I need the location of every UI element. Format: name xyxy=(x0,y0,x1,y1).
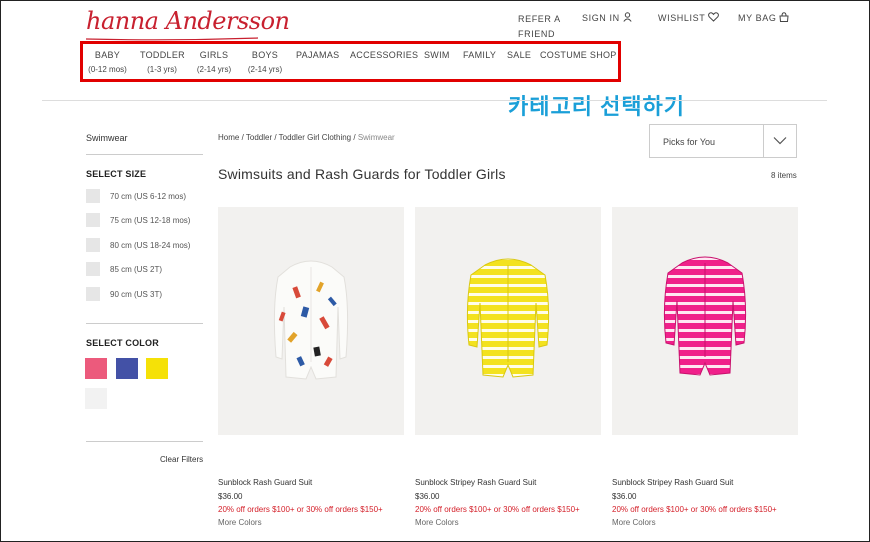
nav-girls[interactable]: GIRLS (2-14 yrs) xyxy=(193,50,235,74)
breadcrumb-home[interactable]: Home xyxy=(218,133,239,142)
chevron-down-icon xyxy=(773,137,787,145)
size-label: 85 cm (US 2T) xyxy=(110,264,163,274)
nav-swim[interactable]: SWIM xyxy=(424,50,450,60)
sort-divider xyxy=(763,125,764,157)
breadcrumb-current: Swimwear xyxy=(357,133,395,142)
item-count: 8 items xyxy=(771,171,797,180)
nav-label: BOYS xyxy=(251,50,279,60)
product-price: $36.00 xyxy=(612,492,637,501)
product-image[interactable] xyxy=(612,207,798,435)
nav-label: GIRLS xyxy=(199,50,229,60)
more-colors-link[interactable]: More Colors xyxy=(612,518,656,527)
size-option[interactable]: 80 cm (US 18-24 mos) xyxy=(86,238,190,252)
my-bag-link[interactable]: MY BAG xyxy=(738,12,790,25)
wishlist-label: WISHLIST xyxy=(658,13,706,23)
nav-label: PAJAMAS xyxy=(296,50,340,60)
product-promo: 20% off orders $100+ or 30% off orders $… xyxy=(218,505,383,514)
more-colors-link[interactable]: More Colors xyxy=(415,518,459,527)
nav-costume-shop[interactable]: COSTUME SHOP xyxy=(540,50,617,60)
shopping-bag-icon xyxy=(779,12,790,25)
size-option[interactable]: 70 cm (US 6-12 mos) xyxy=(86,189,186,203)
refer-a-friend-link[interactable]: REFER A FRIEND xyxy=(518,12,568,42)
size-option[interactable]: 75 cm (US 12-18 mos) xyxy=(86,213,190,227)
size-option[interactable]: 90 cm (US 3T) xyxy=(86,287,162,301)
nav-label: TODDLER xyxy=(140,50,185,60)
page-title: Swimsuits and Rash Guards for Toddler Gi… xyxy=(218,166,506,182)
nav-family[interactable]: FAMILY xyxy=(463,50,496,60)
sidebar-divider xyxy=(86,323,203,324)
nav-accessories[interactable]: ACCESSORIES xyxy=(350,50,418,60)
more-colors-link[interactable]: More Colors xyxy=(218,518,262,527)
header-divider xyxy=(42,100,827,101)
color-swatch-pink[interactable] xyxy=(85,358,107,379)
color-swatch-white[interactable] xyxy=(85,388,107,409)
sign-in-label: SIGN IN xyxy=(582,13,620,23)
sign-in-link[interactable]: SIGN IN xyxy=(582,12,632,25)
nav-sub: (0-12 mos) xyxy=(88,65,127,74)
nav-label: BABY xyxy=(94,50,121,60)
brand-logo[interactable]: hanna Andersson xyxy=(86,7,290,41)
size-checkbox[interactable] xyxy=(86,238,100,252)
size-checkbox[interactable] xyxy=(86,262,100,276)
product-image[interactable] xyxy=(415,207,601,435)
nav-pajamas[interactable]: PAJAMAS xyxy=(296,50,339,60)
breadcrumb-toddler[interactable]: Toddler xyxy=(246,133,272,142)
sort-selected-label: Picks for You xyxy=(663,137,716,147)
user-icon xyxy=(623,12,632,25)
product-card[interactable]: Sunblock Stripey Rash Guard Suit $36.00 … xyxy=(612,207,798,527)
breadcrumb: Home / Toddler / Toddler Girl Clothing /… xyxy=(218,133,395,142)
breadcrumb-separator: / xyxy=(351,133,358,142)
nav-baby[interactable]: BABY (0-12 mos) xyxy=(85,50,130,74)
size-label: 75 cm (US 12-18 mos) xyxy=(110,215,191,225)
product-name[interactable]: Sunblock Rash Guard Suit xyxy=(218,478,312,487)
annotation-label: 카테고리 선택하기 xyxy=(508,94,686,119)
product-image[interactable] xyxy=(218,207,404,435)
size-label: 80 cm (US 18-24 mos) xyxy=(110,240,191,250)
sidebar-divider xyxy=(86,154,203,155)
product-promo: 20% off orders $100+ or 30% off orders $… xyxy=(612,505,777,514)
size-heading: SELECT SIZE xyxy=(86,169,147,179)
nav-label: SALE xyxy=(507,50,532,60)
breadcrumb-toddler-girl-clothing[interactable]: Toddler Girl Clothing xyxy=(279,133,351,142)
nav-label: COSTUME SHOP xyxy=(540,50,617,60)
nav-label: SWIM xyxy=(424,50,450,60)
nav-sub: (2-14 yrs) xyxy=(196,65,232,74)
sidebar-divider xyxy=(86,441,203,442)
product-name[interactable]: Sunblock Stripey Rash Guard Suit xyxy=(612,478,733,487)
clear-filters-link[interactable]: Clear Filters xyxy=(160,455,203,464)
size-checkbox[interactable] xyxy=(86,189,100,203)
color-swatch-blue[interactable] xyxy=(116,358,138,379)
nav-toddler[interactable]: TODDLER (1-3 yrs) xyxy=(140,50,185,74)
product-card[interactable]: Sunblock Stripey Rash Guard Suit $36.00 … xyxy=(415,207,601,527)
nav-boys[interactable]: BOYS (2-14 yrs) xyxy=(244,50,286,74)
color-swatch-yellow[interactable] xyxy=(146,358,168,379)
product-promo: 20% off orders $100+ or 30% off orders $… xyxy=(415,505,580,514)
sidebar-title: Swimwear xyxy=(86,133,128,143)
product-name[interactable]: Sunblock Stripey Rash Guard Suit xyxy=(415,478,536,487)
nav-sub: (1-3 yrs) xyxy=(147,65,177,74)
color-heading: SELECT COLOR xyxy=(86,338,159,348)
nav-sale[interactable]: SALE xyxy=(507,50,531,60)
nav-sub: (2-14 yrs) xyxy=(247,65,283,74)
sort-dropdown[interactable]: Picks for You xyxy=(649,124,797,158)
logo-text: hanna Andersson xyxy=(86,7,290,35)
product-card[interactable]: Sunblock Rash Guard Suit $36.00 20% off … xyxy=(218,207,404,527)
size-label: 90 cm (US 3T) xyxy=(110,289,163,299)
size-option[interactable]: 85 cm (US 2T) xyxy=(86,262,162,276)
category-nav: BABY (0-12 mos) TODDLER (1-3 yrs) GIRLS (2-… xyxy=(80,41,621,82)
size-label: 70 cm (US 6-12 mos) xyxy=(110,191,187,201)
size-checkbox[interactable] xyxy=(86,213,100,227)
size-checkbox[interactable] xyxy=(86,287,100,301)
my-bag-label: MY BAG xyxy=(738,13,777,23)
product-price: $36.00 xyxy=(218,492,243,501)
heart-icon xyxy=(708,12,720,25)
nav-label: FAMILY xyxy=(463,50,497,60)
product-price: $36.00 xyxy=(415,492,440,501)
nav-label: ACCESSORIES xyxy=(350,50,419,60)
wishlist-link[interactable]: WISHLIST xyxy=(658,12,720,25)
